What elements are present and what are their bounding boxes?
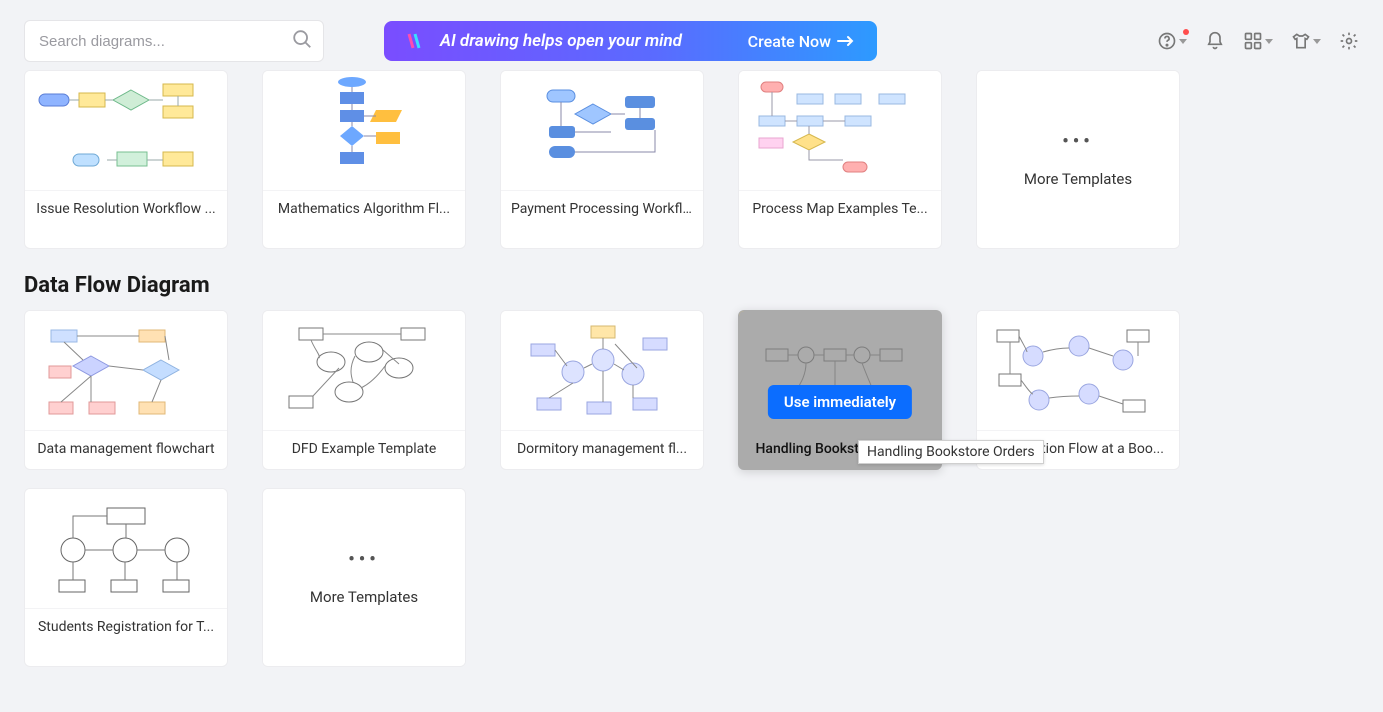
template-card[interactable]: Issue Resolution Workflow ... [24, 70, 228, 249]
more-templates-card[interactable]: ••• More Templates [976, 70, 1180, 249]
more-templates-label: More Templates [310, 588, 418, 606]
top-icons [1157, 31, 1359, 51]
more-templates-body: ••• More Templates [263, 489, 465, 666]
template-thumb [263, 311, 465, 431]
arrow-right-icon [837, 35, 855, 47]
template-thumb [501, 311, 703, 431]
template-row-3: Students Registration for T... ••• More … [24, 488, 1359, 667]
chevron-down-icon [1313, 39, 1321, 44]
search-icon[interactable] [291, 28, 313, 54]
more-templates-label: More Templates [1024, 170, 1132, 188]
template-label: Data management flowchart [25, 431, 227, 469]
template-row-1: Issue Resolution Workflow ... Mathematic… [24, 70, 1359, 249]
template-card[interactable]: Students Registration for T... [24, 488, 228, 667]
content: Issue Resolution Workflow ... Mathematic… [0, 70, 1383, 691]
ai-banner-text: AI drawing helps open your mind [440, 31, 734, 51]
template-thumb [739, 71, 941, 191]
template-thumb [25, 311, 227, 431]
help-icon [1157, 31, 1177, 51]
ai-banner[interactable]: AI drawing helps open your mind Create N… [384, 21, 877, 61]
search-box[interactable] [24, 20, 324, 62]
top-bar: AI drawing helps open your mind Create N… [0, 0, 1383, 70]
template-label: Dormitory management fl... [501, 431, 703, 469]
tooltip: Handling Bookstore Orders [858, 440, 1044, 464]
theme-button[interactable] [1291, 31, 1321, 51]
tshirt-icon [1291, 31, 1311, 51]
chevron-down-icon [1265, 39, 1273, 44]
template-card[interactable]: Dormitory management fl... [500, 310, 704, 470]
apps-icon [1243, 31, 1263, 51]
notification-dot [1183, 29, 1189, 35]
use-immediately-button[interactable]: Use immediately [768, 385, 912, 419]
template-thumb [501, 71, 703, 191]
template-row-2: Data management flowchart DFD Example Te… [24, 310, 1359, 470]
ai-banner-cta[interactable]: Create Now [748, 32, 855, 51]
template-card[interactable]: Data management flowchart [24, 310, 228, 470]
template-thumb [263, 71, 465, 191]
bell-button[interactable] [1205, 31, 1225, 51]
ellipsis-icon: ••• [348, 549, 379, 570]
ellipsis-icon: ••• [1062, 131, 1093, 152]
template-card[interactable]: DFD Example Template [262, 310, 466, 470]
section-title-data-flow: Data Flow Diagram [24, 273, 1359, 298]
gear-icon [1339, 31, 1359, 51]
template-label: Payment Processing Workfl... [501, 191, 703, 229]
template-card[interactable]: Process Map Examples Te... [738, 70, 942, 249]
template-label: Mathematics Algorithm Fl... [263, 191, 465, 229]
help-button[interactable] [1157, 31, 1187, 51]
bell-icon [1205, 31, 1225, 51]
template-label: DFD Example Template [263, 431, 465, 469]
more-templates-card[interactable]: ••• More Templates [262, 488, 466, 667]
template-label: Students Registration for T... [25, 609, 227, 647]
search-input[interactable] [25, 33, 323, 50]
template-thumb [977, 311, 1179, 431]
template-label: Issue Resolution Workflow ... [25, 191, 227, 229]
template-card[interactable]: Payment Processing Workfl... [500, 70, 704, 249]
template-thumb [25, 489, 227, 609]
ai-banner-cta-label: Create Now [748, 32, 831, 51]
template-thumb [25, 71, 227, 191]
template-card[interactable]: Mathematics Algorithm Fl... [262, 70, 466, 249]
settings-button[interactable] [1339, 31, 1359, 51]
more-templates-body: ••• More Templates [977, 71, 1179, 248]
chevron-down-icon [1179, 39, 1187, 44]
apps-button[interactable] [1243, 31, 1273, 51]
template-label: Process Map Examples Te... [739, 191, 941, 229]
ai-spark-icon [406, 31, 426, 51]
